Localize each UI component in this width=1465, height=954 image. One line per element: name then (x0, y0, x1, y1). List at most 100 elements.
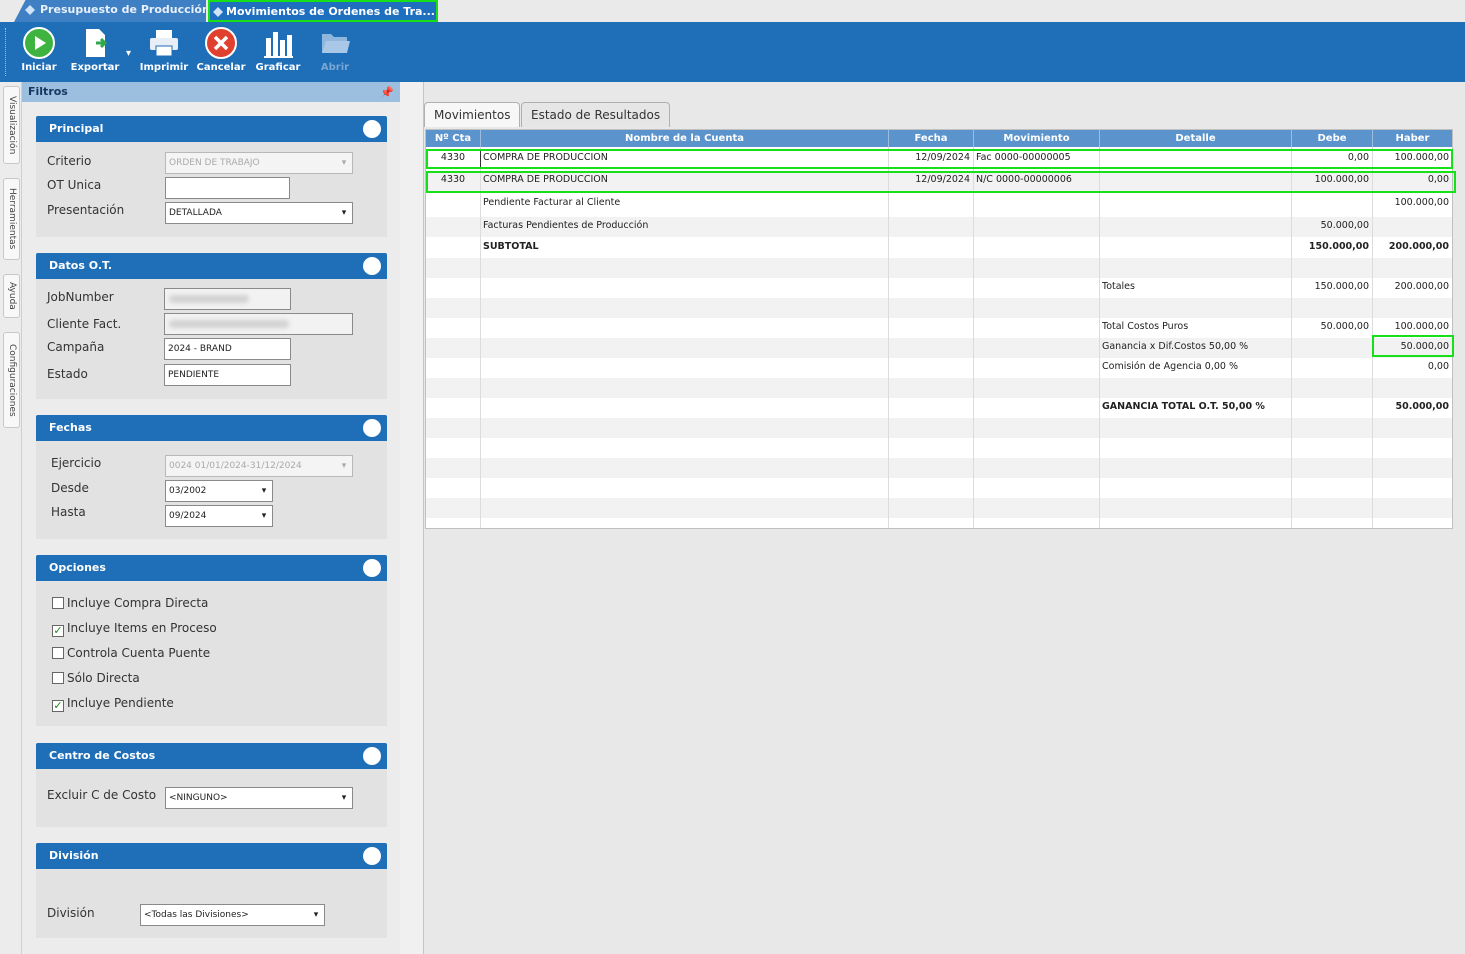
cell-cta[interactable] (426, 498, 480, 518)
table-row[interactable] (426, 258, 1452, 278)
cell-movimiento[interactable] (976, 338, 1099, 358)
table-row[interactable]: 4330 COMPRA DE PRODUCCION 12/09/2024 Fac 00… (426, 149, 1452, 169)
cell-fecha[interactable] (889, 458, 973, 478)
table-row[interactable]: Comisión de Agencia 0,00 % 0,00 (426, 358, 1452, 378)
collapse-toggle-icon[interactable] (363, 559, 381, 577)
cell-fecha[interactable] (889, 438, 973, 458)
cell-cta[interactable] (426, 194, 480, 214)
cell-detalle[interactable] (1102, 171, 1291, 191)
cell-fecha[interactable] (889, 318, 973, 338)
cell-fecha[interactable] (889, 194, 973, 214)
table-row[interactable] (426, 298, 1452, 318)
cell-detalle[interactable] (1102, 194, 1291, 214)
cell-fecha[interactable] (889, 418, 973, 438)
collapse-toggle-icon[interactable] (363, 419, 381, 437)
cell-fecha[interactable] (889, 238, 973, 258)
campana-input[interactable]: 2024 - BRAND (164, 338, 291, 360)
cell-debe[interactable] (1292, 418, 1372, 438)
cell-movimiento[interactable] (976, 518, 1099, 538)
cell-haber[interactable] (1373, 518, 1452, 538)
cell-nombre[interactable] (483, 358, 888, 378)
cell-haber[interactable] (1373, 217, 1452, 237)
cell-debe[interactable] (1292, 194, 1372, 214)
table-row[interactable]: Pendiente Facturar al Cliente 100.000,00 (426, 194, 1452, 214)
cell-detalle[interactable] (1102, 298, 1291, 318)
cell-debe[interactable] (1292, 358, 1372, 378)
checkbox-checked[interactable]: ✓ (52, 700, 64, 712)
cell-cta[interactable] (426, 217, 480, 237)
iniciar-button[interactable]: Iniciar (11, 26, 67, 80)
cell-fecha[interactable] (889, 298, 973, 318)
cell-debe[interactable] (1292, 518, 1372, 538)
cell-detalle[interactable] (1102, 498, 1291, 518)
cell-movimiento[interactable] (976, 258, 1099, 278)
cell-debe[interactable] (1292, 378, 1372, 398)
estado-input[interactable]: PENDIENTE (164, 364, 291, 386)
cell-cta[interactable] (426, 338, 480, 358)
cell-fecha[interactable] (889, 398, 973, 418)
exportar-button[interactable]: Exportar (67, 26, 123, 80)
checkbox[interactable] (52, 597, 64, 609)
division-select[interactable]: <Todas las Divisiones> ▾ (140, 904, 325, 926)
cell-cta[interactable] (426, 518, 480, 538)
export-dropdown-icon[interactable]: ▾ (126, 48, 131, 59)
cliente-fact-input[interactable] (164, 313, 353, 335)
group-centro-costos-header[interactable]: Centro de Costos (36, 743, 387, 769)
cell-fecha[interactable] (889, 217, 973, 237)
doc-tab-movimientos[interactable]: Movimientos de Ordenes de Tra... (208, 0, 438, 22)
cell-debe[interactable]: 0,00 (1292, 149, 1372, 169)
table-row[interactable] (426, 518, 1452, 538)
cell-cta[interactable] (426, 358, 480, 378)
panel-splitter[interactable] (400, 82, 424, 954)
cell-haber[interactable]: 0,00 (1373, 358, 1452, 378)
ot-unica-input[interactable] (165, 177, 290, 199)
toolbar-grip[interactable] (5, 28, 8, 76)
cell-detalle[interactable] (1102, 238, 1291, 258)
cell-fecha[interactable] (889, 378, 973, 398)
cell-haber[interactable]: 0,00 (1373, 171, 1452, 191)
cell-movimiento[interactable] (976, 278, 1099, 298)
cell-cta[interactable] (426, 478, 480, 498)
cell-cta[interactable] (426, 438, 480, 458)
option-solo-directa[interactable]: Sólo Directa (52, 671, 140, 685)
excluir-cc-select[interactable]: <NINGUNO> ▾ (165, 787, 353, 809)
collapse-toggle-icon[interactable] (363, 847, 381, 865)
cell-nombre[interactable]: COMPRA DE PRODUCCION (483, 149, 888, 169)
cell-detalle[interactable] (1102, 478, 1291, 498)
cell-movimiento[interactable] (976, 478, 1099, 498)
cell-nombre[interactable] (483, 438, 888, 458)
presentacion-select[interactable]: DETALLADA ▾ (165, 202, 353, 224)
side-tab-ayuda[interactable]: Ayuda (3, 274, 20, 318)
cell-movimiento[interactable]: N/C 0000-00000006 (976, 171, 1099, 191)
cell-detalle[interactable]: Totales (1102, 278, 1291, 298)
cell-cta[interactable] (426, 398, 480, 418)
desde-select[interactable]: 03/2002 ▾ (165, 480, 273, 502)
cell-haber[interactable]: 50.000,00 (1373, 398, 1452, 418)
cell-fecha[interactable] (889, 278, 973, 298)
cell-detalle[interactable] (1102, 149, 1291, 169)
cell-fecha[interactable] (889, 498, 973, 518)
pin-icon[interactable]: 📌 (380, 83, 394, 103)
table-row[interactable]: GANANCIA TOTAL O.T. 50,00 % 50.000,00 (426, 398, 1452, 418)
cell-debe[interactable] (1292, 498, 1372, 518)
cell-debe[interactable] (1292, 258, 1372, 278)
cell-haber[interactable] (1373, 498, 1452, 518)
cell-cta[interactable] (426, 298, 480, 318)
cell-cta[interactable] (426, 318, 480, 338)
column-header-movimiento[interactable]: Movimiento (974, 130, 1100, 147)
cell-haber[interactable] (1373, 298, 1452, 318)
table-row[interactable]: Total Costos Puros 50.000,00 100.000,00 (426, 318, 1452, 338)
abrir-button[interactable]: Abrir (307, 26, 363, 80)
column-header-debe[interactable]: Debe (1292, 130, 1373, 147)
cell-haber[interactable] (1373, 478, 1452, 498)
cell-debe[interactable] (1292, 458, 1372, 478)
cell-detalle[interactable] (1102, 418, 1291, 438)
cell-movimiento[interactable]: Fac 0000-00000005 (976, 149, 1099, 169)
group-fechas-header[interactable]: Fechas (36, 415, 387, 441)
collapse-toggle-icon[interactable] (363, 747, 381, 765)
cell-haber[interactable]: 200.000,00 (1373, 278, 1452, 298)
cell-nombre[interactable] (483, 278, 888, 298)
cell-haber[interactable] (1373, 258, 1452, 278)
cell-movimiento[interactable] (976, 298, 1099, 318)
table-row[interactable]: Ganancia x Dif.Costos 50,00 % 50.000,00 (426, 338, 1452, 358)
